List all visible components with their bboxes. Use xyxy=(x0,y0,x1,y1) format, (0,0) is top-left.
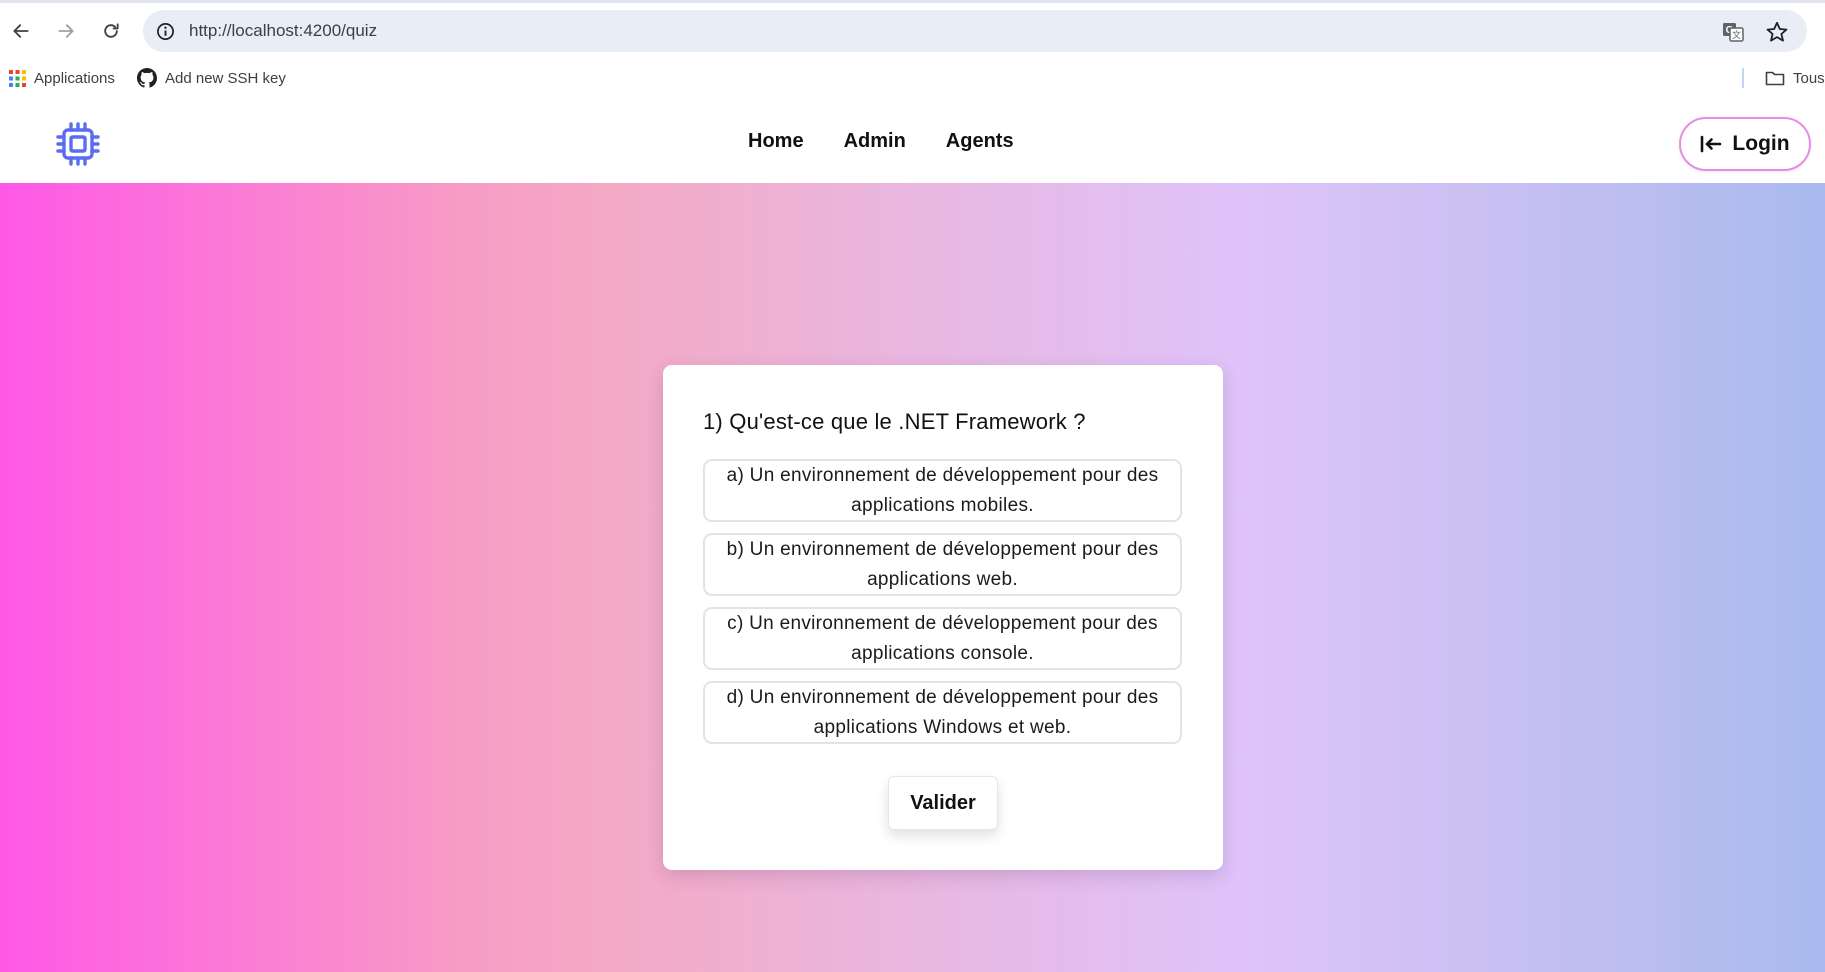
login-button[interactable]: Login xyxy=(1679,117,1811,171)
forward-button[interactable] xyxy=(52,17,80,45)
svg-text:文: 文 xyxy=(1732,29,1741,41)
main-nav: Home Admin Agents xyxy=(748,128,1014,154)
bookmarks-bar: Applications Add new SSH key Tous xyxy=(0,62,1825,94)
folder-icon xyxy=(1765,71,1785,86)
bookmark-label: Add new SSH key xyxy=(165,69,286,87)
browser-chrome: http://localhost:4200/quiz G 文 Applicati… xyxy=(0,0,1825,98)
quiz-question: 1) Qu'est-ce que le .NET Framework ? xyxy=(703,409,1086,434)
all-bookmarks-folder[interactable]: Tous xyxy=(1765,66,1825,90)
all-bookmarks-label: Tous xyxy=(1793,69,1825,87)
validate-button[interactable]: Valider xyxy=(888,776,998,830)
reload-icon xyxy=(104,23,119,38)
bookmark-label: Applications xyxy=(34,69,115,87)
arrow-left-icon xyxy=(13,24,29,38)
cpu-chip-icon[interactable] xyxy=(56,122,100,166)
reload-button[interactable] xyxy=(97,17,125,45)
tab-strip-edge xyxy=(0,0,1825,3)
apps-grid-icon xyxy=(9,69,26,87)
bookmarks-separator xyxy=(1742,68,1744,88)
login-arrow-icon xyxy=(1701,135,1722,153)
app-navbar: Home Admin Agents Login xyxy=(0,98,1825,183)
bookmark-ssh-key[interactable]: Add new SSH key xyxy=(137,66,286,90)
quiz-option-c[interactable]: c) Un environnement de développement pou… xyxy=(703,607,1182,670)
site-info-icon[interactable] xyxy=(155,21,175,41)
quiz-card: 1) Qu'est-ce que le .NET Framework ? a) … xyxy=(663,365,1223,870)
nav-link-agents[interactable]: Agents xyxy=(946,128,1014,154)
login-label: Login xyxy=(1732,132,1790,155)
back-button[interactable] xyxy=(7,17,35,45)
url-text[interactable]: http://localhost:4200/quiz xyxy=(189,21,377,41)
nav-link-home[interactable]: Home xyxy=(748,128,804,154)
quiz-option-b[interactable]: b) Un environnement de développement pou… xyxy=(703,533,1182,596)
bookmark-applications[interactable]: Applications xyxy=(9,66,115,90)
quiz-option-d[interactable]: d) Un environnement de développement pou… xyxy=(703,681,1182,744)
nav-link-admin[interactable]: Admin xyxy=(844,128,906,154)
translate-icon[interactable]: G 文 xyxy=(1721,20,1745,44)
arrow-right-icon xyxy=(58,24,74,38)
quiz-option-a[interactable]: a) Un environnement de développement pou… xyxy=(703,459,1182,522)
address-bar[interactable]: http://localhost:4200/quiz G 文 xyxy=(143,10,1807,52)
bookmark-star-icon[interactable] xyxy=(1765,20,1789,44)
github-icon xyxy=(137,68,157,88)
